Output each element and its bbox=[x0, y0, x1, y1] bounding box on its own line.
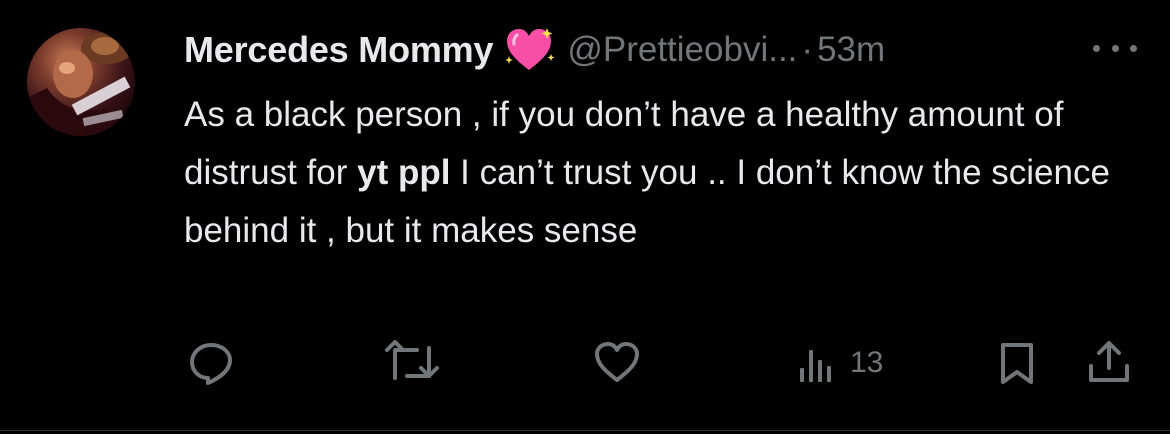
divider bbox=[0, 430, 1170, 431]
like-button[interactable] bbox=[592, 338, 642, 388]
share-button[interactable] bbox=[1084, 338, 1134, 388]
tweet-text: As a black person , if you don’t have a … bbox=[184, 86, 1144, 260]
heart-icon bbox=[595, 342, 639, 382]
bookmark-button[interactable] bbox=[996, 338, 1038, 388]
reply-icon bbox=[190, 343, 232, 385]
sparkling-heart-icon bbox=[503, 26, 555, 74]
avatar-image bbox=[27, 32, 135, 136]
retweet-icon bbox=[385, 340, 439, 380]
views-button[interactable]: 13 bbox=[796, 338, 883, 388]
action-bar: 13 bbox=[0, 338, 1170, 388]
tweet-text-bold: yt ppl bbox=[357, 153, 451, 192]
more-options-icon[interactable] bbox=[1093, 36, 1137, 60]
bookmark-icon bbox=[1001, 343, 1033, 384]
reply-button[interactable] bbox=[186, 338, 236, 388]
tweet[interactable]: Mercedes Mommy @Prettieobvi... · 53m As … bbox=[0, 0, 1170, 434]
views-icon bbox=[800, 350, 831, 382]
user-handle[interactable]: @Prettieobvi... bbox=[567, 30, 797, 70]
avatar[interactable] bbox=[27, 28, 135, 136]
display-name[interactable]: Mercedes Mommy bbox=[184, 29, 494, 71]
separator-dot: · bbox=[801, 30, 814, 69]
views-count: 13 bbox=[850, 346, 884, 379]
tweet-header: Mercedes Mommy @Prettieobvi... · 53m bbox=[184, 24, 885, 76]
timestamp[interactable]: 53m bbox=[817, 30, 885, 70]
retweet-button[interactable] bbox=[383, 338, 441, 388]
share-icon bbox=[1089, 341, 1129, 382]
